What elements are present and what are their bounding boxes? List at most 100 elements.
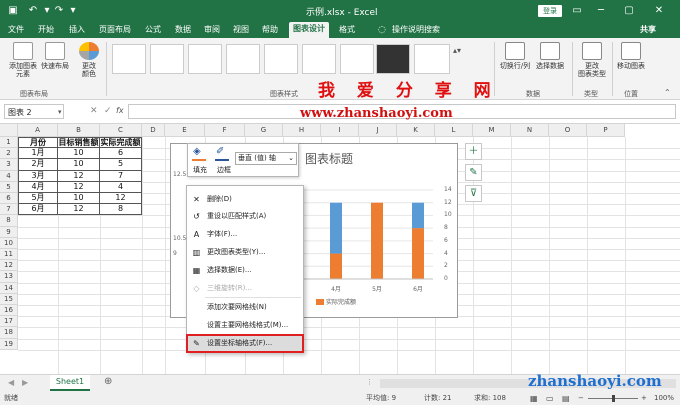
table-cell[interactable]: 5: [100, 159, 142, 171]
column-header[interactable]: G: [245, 124, 283, 137]
tab-chart-design[interactable]: 图表设计: [289, 22, 329, 38]
chart-element-selector[interactable]: 垂直 (值) 轴 ⌄: [235, 152, 297, 165]
outline-pen-icon[interactable]: ✐: [216, 146, 224, 157]
chart-style-thumb[interactable]: [340, 44, 374, 74]
scroll-left-icon[interactable]: ◀: [8, 378, 14, 387]
row-header[interactable]: 1: [0, 137, 18, 149]
row-header[interactable]: 4: [0, 170, 18, 182]
enter-icon[interactable]: ✓: [104, 106, 112, 116]
collapse-ribbon-icon[interactable]: ⌃: [664, 88, 671, 97]
table-cell[interactable]: 2月: [18, 159, 58, 171]
column-header[interactable]: N: [511, 124, 549, 137]
column-header[interactable]: I: [321, 124, 359, 137]
bar-actual-4月[interactable]: [330, 253, 342, 279]
maximize-icon[interactable]: ▢: [622, 4, 636, 18]
table-cell[interactable]: 12: [58, 204, 100, 216]
row-header[interactable]: 8: [0, 215, 18, 227]
tab-data[interactable]: 数据: [175, 24, 191, 35]
quick-layout-button[interactable]: 快速布局: [40, 42, 70, 70]
scroll-right-icon[interactable]: ▶: [22, 378, 28, 387]
change-colors-button[interactable]: 更改 颜色: [76, 42, 102, 78]
bar-target-6月[interactable]: [412, 202, 424, 229]
customize-qat-icon[interactable]: ▾: [66, 4, 80, 18]
table-header-cell[interactable]: 月份: [18, 137, 58, 149]
zoom-level[interactable]: 100%: [654, 392, 674, 405]
context-menu-item[interactable]: ✎ 设置坐标轴格式(F)...: [186, 334, 304, 353]
cancel-icon[interactable]: ✕: [90, 106, 98, 116]
tell-me-search[interactable]: 操作说明搜索: [392, 24, 440, 35]
table-cell[interactable]: 3月: [18, 170, 58, 182]
column-header[interactable]: O: [549, 124, 587, 137]
chart-filters-button[interactable]: ⊽: [465, 185, 482, 202]
row-header[interactable]: 11: [0, 249, 18, 261]
normal-view-icon[interactable]: ▦: [530, 392, 538, 405]
chart-style-thumb[interactable]: [302, 44, 336, 74]
table-cell[interactable]: 6月: [18, 204, 58, 216]
row-header[interactable]: 16: [0, 305, 18, 317]
table-cell[interactable]: 6: [100, 148, 142, 160]
save-icon[interactable]: ▣: [6, 4, 20, 18]
table-cell[interactable]: 12: [58, 181, 100, 193]
chart-style-thumb[interactable]: [226, 44, 260, 74]
context-menu-item[interactable]: 添加次要网格线(N): [187, 299, 303, 316]
column-header[interactable]: K: [397, 124, 435, 137]
ribbon-display-icon[interactable]: ▭: [570, 4, 584, 18]
column-header[interactable]: M: [473, 124, 511, 137]
bar-actual-6月[interactable]: [412, 228, 424, 279]
column-header[interactable]: P: [587, 124, 625, 137]
redo-icon[interactable]: ↷: [52, 4, 66, 18]
chart-style-thumb[interactable]: [376, 44, 410, 74]
column-header[interactable]: F: [205, 124, 245, 137]
tab-help[interactable]: 帮助: [262, 24, 278, 35]
chart-style-thumb[interactable]: [112, 44, 146, 74]
sheet-tab-sheet1[interactable]: Sheet1: [50, 375, 90, 391]
page-layout-view-icon[interactable]: ▭: [546, 392, 554, 405]
table-cell[interactable]: 8: [100, 204, 142, 216]
context-menu-item[interactable]: ▥ 更改图表类型(Y)...: [187, 244, 303, 261]
tab-format[interactable]: 格式: [339, 24, 355, 35]
bar-actual-5月[interactable]: [371, 202, 383, 279]
page-break-view-icon[interactable]: ▤: [562, 392, 570, 405]
column-header[interactable]: L: [435, 124, 473, 137]
chart-style-thumb[interactable]: [188, 44, 222, 74]
styles-scroll-icon[interactable]: ▴▾: [453, 46, 461, 55]
table-cell[interactable]: 4: [100, 181, 142, 193]
table-cell[interactable]: 10: [58, 193, 100, 205]
table-cell[interactable]: 1月: [18, 148, 58, 160]
tab-file[interactable]: 文件: [8, 24, 24, 35]
tab-formulas[interactable]: 公式: [145, 24, 161, 35]
table-cell[interactable]: 12: [58, 170, 100, 182]
table-header-cell[interactable]: 实际完成额: [100, 137, 142, 149]
name-box[interactable]: 图表 2: [4, 104, 64, 119]
column-header[interactable]: J: [359, 124, 397, 137]
login-button[interactable]: 登录: [538, 5, 562, 17]
table-cell[interactable]: 12: [100, 193, 142, 205]
column-header[interactable]: D: [142, 124, 165, 137]
column-header[interactable]: E: [165, 124, 205, 137]
table-cell[interactable]: 10: [58, 159, 100, 171]
row-header[interactable]: 5: [0, 181, 18, 193]
row-header[interactable]: 18: [0, 327, 18, 339]
move-chart-button[interactable]: 移动图表: [614, 42, 648, 70]
chart-elements-button[interactable]: ＋: [465, 143, 482, 160]
row-header[interactable]: 10: [0, 237, 18, 249]
undo-icon[interactable]: ↶: [26, 4, 40, 18]
add-chart-element-button[interactable]: 添加图表 元素: [6, 42, 40, 78]
row-header[interactable]: 19: [0, 338, 18, 350]
row-header[interactable]: 6: [0, 193, 18, 205]
context-menu-item[interactable]: ↺ 重设以匹配样式(A): [187, 208, 303, 225]
share-button[interactable]: 共享: [640, 24, 656, 35]
zoom-out-icon[interactable]: −: [578, 392, 584, 405]
tab-split-handle[interactable]: ⋮: [366, 378, 373, 386]
close-icon[interactable]: ✕: [652, 4, 666, 18]
row-header[interactable]: 14: [0, 282, 18, 294]
switch-row-column-button[interactable]: 切换行/列: [498, 42, 532, 70]
context-menu-item[interactable]: A 字体(F)...: [187, 226, 303, 243]
insert-function-icon[interactable]: fx: [116, 106, 124, 115]
row-header[interactable]: 3: [0, 159, 18, 171]
tab-view[interactable]: 视图: [233, 24, 249, 35]
row-header[interactable]: 13: [0, 271, 18, 283]
row-header[interactable]: 2: [0, 148, 18, 160]
table-cell[interactable]: 10: [58, 148, 100, 160]
row-header[interactable]: 15: [0, 293, 18, 305]
